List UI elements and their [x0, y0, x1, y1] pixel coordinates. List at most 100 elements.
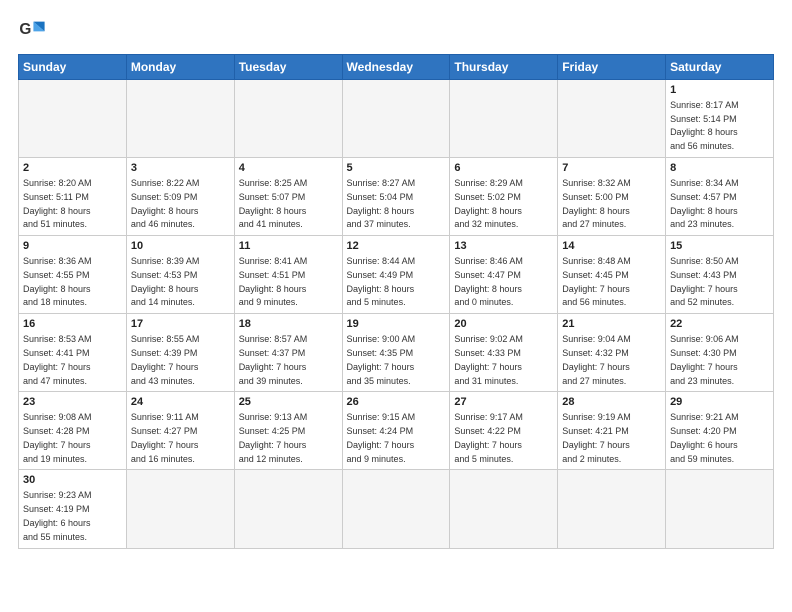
day-info: Sunrise: 9:04 AM Sunset: 4:32 PM Dayligh… [562, 334, 631, 385]
day-info: Sunrise: 8:50 AM Sunset: 4:43 PM Dayligh… [670, 256, 739, 307]
page: G SundayMondayTuesdayWednesdayThursdayFr… [0, 0, 792, 612]
calendar-cell: 23Sunrise: 9:08 AM Sunset: 4:28 PM Dayli… [19, 392, 127, 470]
day-info: Sunrise: 8:55 AM Sunset: 4:39 PM Dayligh… [131, 334, 200, 385]
calendar-table: SundayMondayTuesdayWednesdayThursdayFrid… [18, 54, 774, 549]
day-number: 17 [131, 317, 230, 332]
calendar-cell [342, 470, 450, 548]
day-number: 12 [347, 239, 446, 254]
week-row-6: 30 Sunrise: 9:23 AM Sunset: 4:19 PM Dayli… [19, 470, 774, 548]
day-info: Sunrise: 8:44 AM Sunset: 4:49 PM Dayligh… [347, 256, 416, 307]
week-row-3: 9 Sunrise: 8:36 AM Sunset: 4:55 PM Daylig… [19, 236, 774, 314]
calendar-cell: 18 Sunrise: 8:57 AM Sunset: 4:37 PM Dayli… [234, 314, 342, 392]
calendar-cell: 12 Sunrise: 8:44 AM Sunset: 4:49 PM Dayli… [342, 236, 450, 314]
calendar-cell [126, 470, 234, 548]
day-number: 28 [562, 395, 661, 410]
weekday-header-saturday: Saturday [666, 55, 774, 80]
calendar-cell [450, 470, 558, 548]
day-number: 9 [23, 239, 122, 254]
day-info: Sunrise: 8:17 AM Sunset: 5:14 PM Dayligh… [670, 100, 739, 151]
day-info: Sunrise: 9:21 AM Sunset: 4:20 PM Dayligh… [670, 412, 739, 463]
day-info: Sunrise: 9:00 AM Sunset: 4:35 PM Dayligh… [347, 334, 416, 385]
calendar-cell [19, 80, 127, 158]
calendar-cell: 29 Sunrise: 9:21 AM Sunset: 4:20 PM Dayli… [666, 392, 774, 470]
calendar-cell: 27 Sunrise: 9:17 AM Sunset: 4:22 PM Dayli… [450, 392, 558, 470]
day-number: 22 [670, 317, 769, 332]
weekday-header-sunday: Sunday [19, 55, 127, 80]
day-number: 1 [670, 83, 769, 98]
week-row-5: 23Sunrise: 9:08 AM Sunset: 4:28 PM Dayli… [19, 392, 774, 470]
day-number: 2 [23, 161, 122, 176]
day-info: Sunrise: 9:23 AM Sunset: 4:19 PM Dayligh… [23, 490, 92, 541]
day-info: Sunrise: 8:48 AM Sunset: 4:45 PM Dayligh… [562, 256, 631, 307]
day-number: 15 [670, 239, 769, 254]
day-info: Sunrise: 8:36 AM Sunset: 4:55 PM Dayligh… [23, 256, 92, 307]
calendar-cell: 10 Sunrise: 8:39 AM Sunset: 4:53 PM Dayli… [126, 236, 234, 314]
day-info: Sunrise: 8:27 AM Sunset: 5:04 PM Dayligh… [347, 178, 416, 229]
calendar-cell: 24 Sunrise: 9:11 AM Sunset: 4:27 PM Dayli… [126, 392, 234, 470]
day-info: Sunrise: 9:02 AM Sunset: 4:33 PM Dayligh… [454, 334, 523, 385]
day-number: 21 [562, 317, 661, 332]
calendar-cell [234, 470, 342, 548]
calendar-cell: 1 Sunrise: 8:17 AM Sunset: 5:14 PM Daylig… [666, 80, 774, 158]
day-info: Sunrise: 9:15 AM Sunset: 4:24 PM Dayligh… [347, 412, 416, 463]
calendar-cell: 22 Sunrise: 9:06 AM Sunset: 4:30 PM Dayli… [666, 314, 774, 392]
calendar-cell: 21 Sunrise: 9:04 AM Sunset: 4:32 PM Dayli… [558, 314, 666, 392]
calendar-cell: 30 Sunrise: 9:23 AM Sunset: 4:19 PM Dayli… [19, 470, 127, 548]
day-info: Sunrise: 8:25 AM Sunset: 5:07 PM Dayligh… [239, 178, 308, 229]
week-row-4: 16 Sunrise: 8:53 AM Sunset: 4:41 PM Dayli… [19, 314, 774, 392]
day-number: 5 [347, 161, 446, 176]
day-number: 16 [23, 317, 122, 332]
calendar-cell: 15 Sunrise: 8:50 AM Sunset: 4:43 PM Dayli… [666, 236, 774, 314]
calendar-cell [342, 80, 450, 158]
calendar-cell: 2 Sunrise: 8:20 AM Sunset: 5:11 PM Daylig… [19, 158, 127, 236]
weekday-header-friday: Friday [558, 55, 666, 80]
calendar-cell [666, 470, 774, 548]
calendar-cell [450, 80, 558, 158]
day-number: 27 [454, 395, 553, 410]
calendar-cell: 16 Sunrise: 8:53 AM Sunset: 4:41 PM Dayli… [19, 314, 127, 392]
day-number: 7 [562, 161, 661, 176]
calendar-cell: 20Sunrise: 9:02 AM Sunset: 4:33 PM Dayli… [450, 314, 558, 392]
weekday-header-wednesday: Wednesday [342, 55, 450, 80]
calendar-cell: 17 Sunrise: 8:55 AM Sunset: 4:39 PM Dayli… [126, 314, 234, 392]
calendar-cell: 14 Sunrise: 8:48 AM Sunset: 4:45 PM Dayli… [558, 236, 666, 314]
day-info: Sunrise: 9:06 AM Sunset: 4:30 PM Dayligh… [670, 334, 739, 385]
day-number: 10 [131, 239, 230, 254]
day-number: 30 [23, 473, 122, 488]
weekday-header-monday: Monday [126, 55, 234, 80]
day-info: Sunrise: 9:19 AM Sunset: 4:21 PM Dayligh… [562, 412, 631, 463]
day-info: Sunrise: 8:41 AM Sunset: 4:51 PM Dayligh… [239, 256, 308, 307]
day-number: 14 [562, 239, 661, 254]
day-info: Sunrise: 9:17 AM Sunset: 4:22 PM Dayligh… [454, 412, 523, 463]
calendar-cell: 3Sunrise: 8:22 AM Sunset: 5:09 PM Daylig… [126, 158, 234, 236]
calendar-cell: 19 Sunrise: 9:00 AM Sunset: 4:35 PM Dayli… [342, 314, 450, 392]
day-number: 13 [454, 239, 553, 254]
day-info: Sunrise: 8:39 AM Sunset: 4:53 PM Dayligh… [131, 256, 200, 307]
day-info: Sunrise: 8:57 AM Sunset: 4:37 PM Dayligh… [239, 334, 308, 385]
week-row-2: 2 Sunrise: 8:20 AM Sunset: 5:11 PM Daylig… [19, 158, 774, 236]
day-info: Sunrise: 9:11 AM Sunset: 4:27 PM Dayligh… [131, 412, 199, 463]
day-info: Sunrise: 8:20 AM Sunset: 5:11 PM Dayligh… [23, 178, 92, 229]
calendar-cell [234, 80, 342, 158]
header: G [18, 16, 774, 44]
day-info: Sunrise: 8:29 AM Sunset: 5:02 PM Dayligh… [454, 178, 523, 229]
day-number: 11 [239, 239, 338, 254]
day-info: Sunrise: 9:08 AM Sunset: 4:28 PM Dayligh… [23, 412, 92, 463]
calendar-cell: 7Sunrise: 8:32 AM Sunset: 5:00 PM Daylig… [558, 158, 666, 236]
logo: G [18, 16, 50, 44]
calendar-cell [126, 80, 234, 158]
calendar-cell: 28 Sunrise: 9:19 AM Sunset: 4:21 PM Dayli… [558, 392, 666, 470]
day-number: 24 [131, 395, 230, 410]
day-number: 18 [239, 317, 338, 332]
day-number: 29 [670, 395, 769, 410]
day-number: 6 [454, 161, 553, 176]
day-info: Sunrise: 8:22 AM Sunset: 5:09 PM Dayligh… [131, 178, 200, 229]
day-info: Sunrise: 8:53 AM Sunset: 4:41 PM Dayligh… [23, 334, 92, 385]
day-number: 19 [347, 317, 446, 332]
calendar-cell: 5 Sunrise: 8:27 AM Sunset: 5:04 PM Daylig… [342, 158, 450, 236]
calendar-cell: 6 Sunrise: 8:29 AM Sunset: 5:02 PM Daylig… [450, 158, 558, 236]
day-number: 26 [347, 395, 446, 410]
weekday-header-tuesday: Tuesday [234, 55, 342, 80]
calendar-cell: 13Sunrise: 8:46 AM Sunset: 4:47 PM Dayli… [450, 236, 558, 314]
calendar-cell: 11 Sunrise: 8:41 AM Sunset: 4:51 PM Dayli… [234, 236, 342, 314]
